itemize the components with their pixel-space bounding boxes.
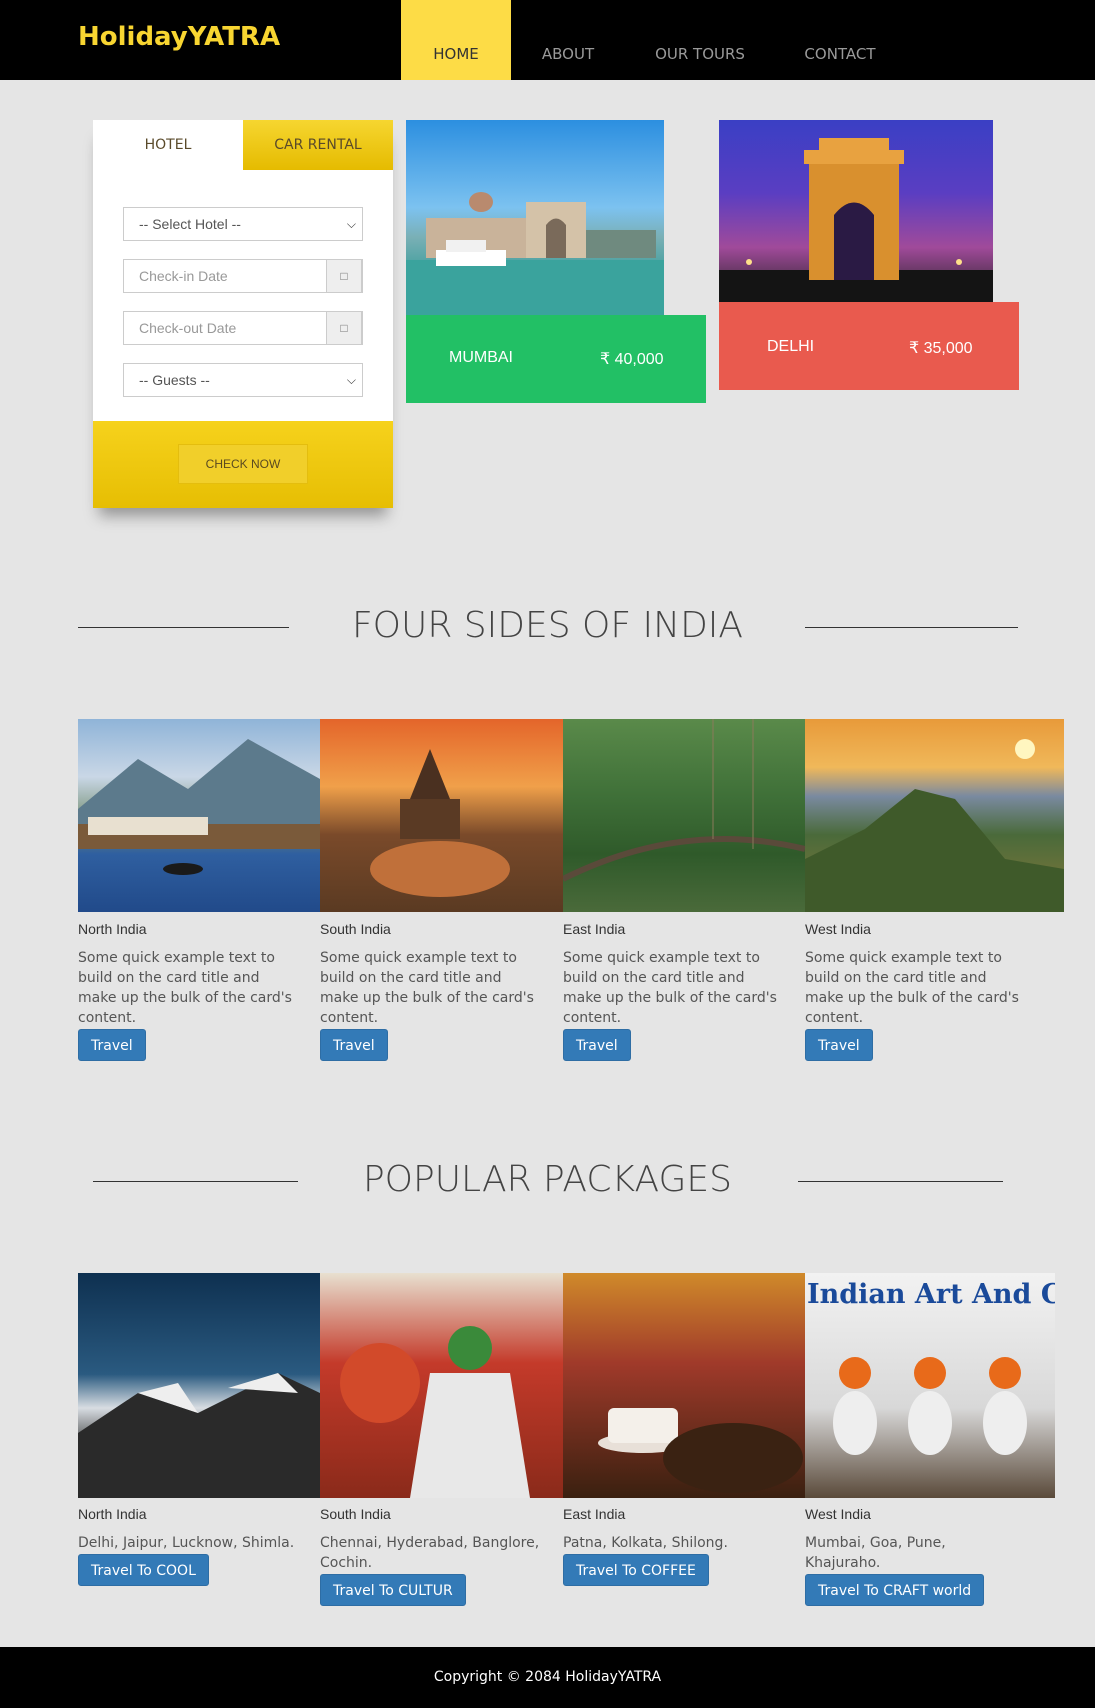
divider-line	[93, 1181, 298, 1182]
card-text: Patna, Kolkata, Shilong.	[563, 1535, 728, 1551]
card-title: West India	[805, 1506, 871, 1522]
travel-to-coffee-button[interactable]: Travel To COFFEE	[563, 1554, 709, 1586]
card-text: Some quick example text to build on the …	[563, 950, 777, 1026]
travel-to-cool-button[interactable]: Travel To COOL	[78, 1554, 209, 1586]
delhi-price-bar[interactable]: DELHI ₹ 35,000	[719, 302, 1019, 390]
city-name: DELHI	[767, 338, 815, 355]
brand-logo[interactable]: HolidayYATRA	[78, 22, 280, 52]
craft-package-image: Indian Art And Craft	[805, 1273, 1055, 1498]
nav-home[interactable]: HOME	[401, 0, 511, 80]
card-title: East India	[563, 921, 626, 937]
card-text: Some quick example text to build on the …	[805, 950, 1019, 1026]
select-hotel-value: -- Select Hotel --	[139, 216, 241, 232]
divider-line	[798, 1181, 1003, 1182]
divider-line	[78, 627, 289, 628]
checkout-date-input[interactable]: Check-out Date □	[123, 311, 363, 345]
tab-car-rental[interactable]: CAR RENTAL	[243, 120, 393, 170]
checkout-placeholder: Check-out Date	[139, 320, 237, 336]
city-price: ₹ 40,000	[600, 351, 664, 368]
checkin-placeholder: Check-in Date	[139, 268, 228, 284]
card-text: Some quick example text to build on the …	[78, 950, 292, 1026]
nav-about[interactable]: ABOUT	[530, 0, 606, 80]
card-title: South India	[320, 921, 391, 937]
city-name: MUMBAI	[449, 349, 513, 366]
card-text: Mumbai, Goa, Pune, Khajuraho.	[805, 1535, 946, 1571]
calendar-icon[interactable]: □	[326, 259, 362, 293]
check-now-button[interactable]: CHECK NOW	[178, 444, 308, 484]
calendar-icon[interactable]: □	[326, 311, 362, 345]
card-title: West India	[805, 921, 871, 937]
travel-button[interactable]: Travel	[563, 1029, 631, 1061]
section-title-four-sides: FOUR SIDES OF INDIA	[351, 605, 744, 646]
culture-package-image	[320, 1273, 563, 1498]
travel-button[interactable]: Travel	[320, 1029, 388, 1061]
booking-widget: HOTEL CAR RENTAL -- Select Hotel -- ⌵ Ch…	[93, 120, 393, 508]
booking-footer: CHECK NOW	[93, 421, 393, 508]
travel-button[interactable]: Travel	[805, 1029, 873, 1061]
section-title-popular-packages: POPULAR PACKAGES	[362, 1159, 733, 1200]
top-navbar: HolidayYATRA HOME ABOUT OUR TOURS CONTAC…	[0, 0, 1095, 80]
delhi-india-gate-image	[719, 120, 993, 302]
checkin-date-input[interactable]: Check-in Date □	[123, 259, 363, 293]
north-india-image	[78, 719, 320, 912]
card-title: South India	[320, 1506, 391, 1522]
card-text: Chennai, Hyderabad, Banglore, Cochin.	[320, 1535, 540, 1571]
south-india-image	[320, 719, 563, 912]
divider-line	[805, 627, 1018, 628]
select-hotel-dropdown[interactable]: -- Select Hotel -- ⌵	[123, 207, 363, 241]
guests-dropdown[interactable]: -- Guests -- ⌵	[123, 363, 363, 397]
mumbai-gateway-image	[406, 120, 664, 315]
chevron-down-icon: ⌵	[346, 373, 356, 387]
city-price: ₹ 35,000	[909, 340, 973, 357]
mountain-package-image	[78, 1273, 320, 1498]
guests-value: -- Guests --	[139, 372, 210, 388]
west-india-image	[805, 719, 1064, 912]
card-title: North India	[78, 921, 147, 937]
card-title: East India	[563, 1506, 626, 1522]
nav-our-tours[interactable]: OUR TOURS	[640, 0, 760, 80]
coffee-package-image	[563, 1273, 805, 1498]
east-india-image	[563, 719, 805, 912]
chevron-down-icon: ⌵	[346, 217, 356, 231]
travel-button[interactable]: Travel	[78, 1029, 146, 1061]
card-text: Delhi, Jaipur, Lucknow, Shimla.	[78, 1535, 295, 1551]
mumbai-price-bar[interactable]: MUMBAI ₹ 40,000	[406, 315, 706, 403]
nav-contact[interactable]: CONTACT	[790, 0, 890, 80]
footer-copyright: Copyright © 2084 HolidayYATRA	[0, 1647, 1095, 1708]
travel-to-craft-button[interactable]: Travel To CRAFT world	[805, 1574, 985, 1606]
card-text: Some quick example text to build on the …	[320, 950, 534, 1026]
card-title: North India	[78, 1506, 147, 1522]
travel-to-cultur-button[interactable]: Travel To CULTUR	[320, 1574, 466, 1606]
tab-hotel[interactable]: HOTEL	[93, 120, 243, 170]
